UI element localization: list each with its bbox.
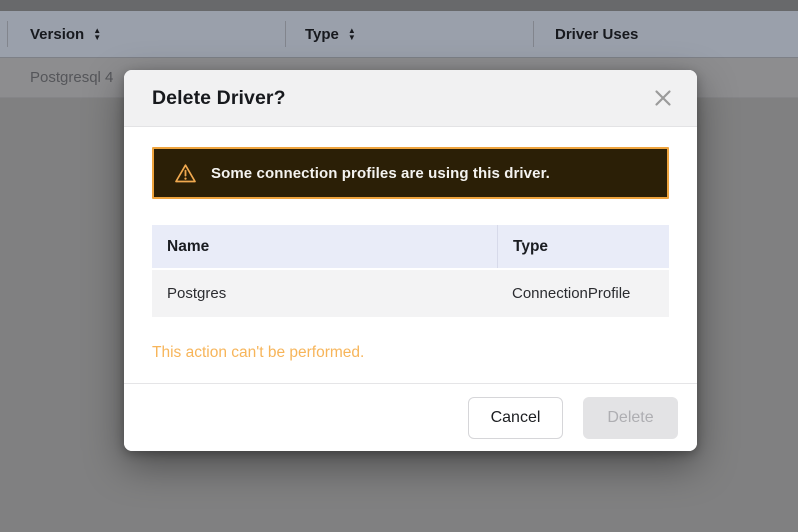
column-header-label: Version (30, 25, 85, 43)
close-icon (655, 90, 671, 106)
background-top-strip (0, 0, 798, 11)
header-cell-name: Name (167, 237, 210, 255)
dialog-footer: Cancel Delete (124, 383, 697, 451)
sort-icon: ▲ ▼ (347, 26, 356, 42)
column-header-type: Type ▲ ▼ (305, 11, 356, 57)
column-header-version: Version ▲ ▼ (30, 11, 101, 57)
background-table-header: Version ▲ ▼ Type ▲ ▼ Driver Uses (0, 11, 798, 58)
cancel-button[interactable]: Cancel (468, 396, 563, 439)
dialog-header: Delete Driver? (124, 70, 697, 127)
column-divider (7, 21, 8, 47)
column-header-driver-uses: Driver Uses (555, 11, 638, 57)
column-header-label: Type (305, 25, 339, 43)
driver-row-label: Postgresql 4 (30, 69, 114, 86)
column-divider (533, 21, 534, 47)
dependents-table-header: Name Type (152, 225, 669, 268)
column-header-label: Driver Uses (555, 25, 639, 43)
header-cell-type: Type (497, 225, 669, 268)
dialog-body: Some connection profiles are using this … (124, 147, 697, 362)
delete-driver-dialog: Delete Driver? Some connection profiles … (124, 70, 697, 451)
warning-triangle-icon (175, 163, 196, 182)
close-button[interactable] (649, 84, 677, 112)
dialog-title: Delete Driver? (152, 86, 286, 109)
delete-button[interactable]: Delete (583, 396, 678, 439)
warning-banner-text: Some connection profiles are using this … (211, 164, 550, 182)
dependents-table: Name Type Postgres ConnectionProfile (152, 225, 669, 317)
row-cell-name: Postgres (167, 285, 227, 302)
row-cell-type: ConnectionProfile (512, 285, 631, 302)
table-row: Postgres ConnectionProfile (152, 270, 669, 317)
error-message: This action can't be performed. (152, 344, 365, 361)
sort-icon: ▲ ▼ (93, 26, 102, 42)
column-divider (285, 21, 286, 47)
screen: Version ▲ ▼ Type ▲ ▼ Driver Uses Postgre… (0, 0, 798, 532)
warning-banner: Some connection profiles are using this … (152, 147, 669, 199)
